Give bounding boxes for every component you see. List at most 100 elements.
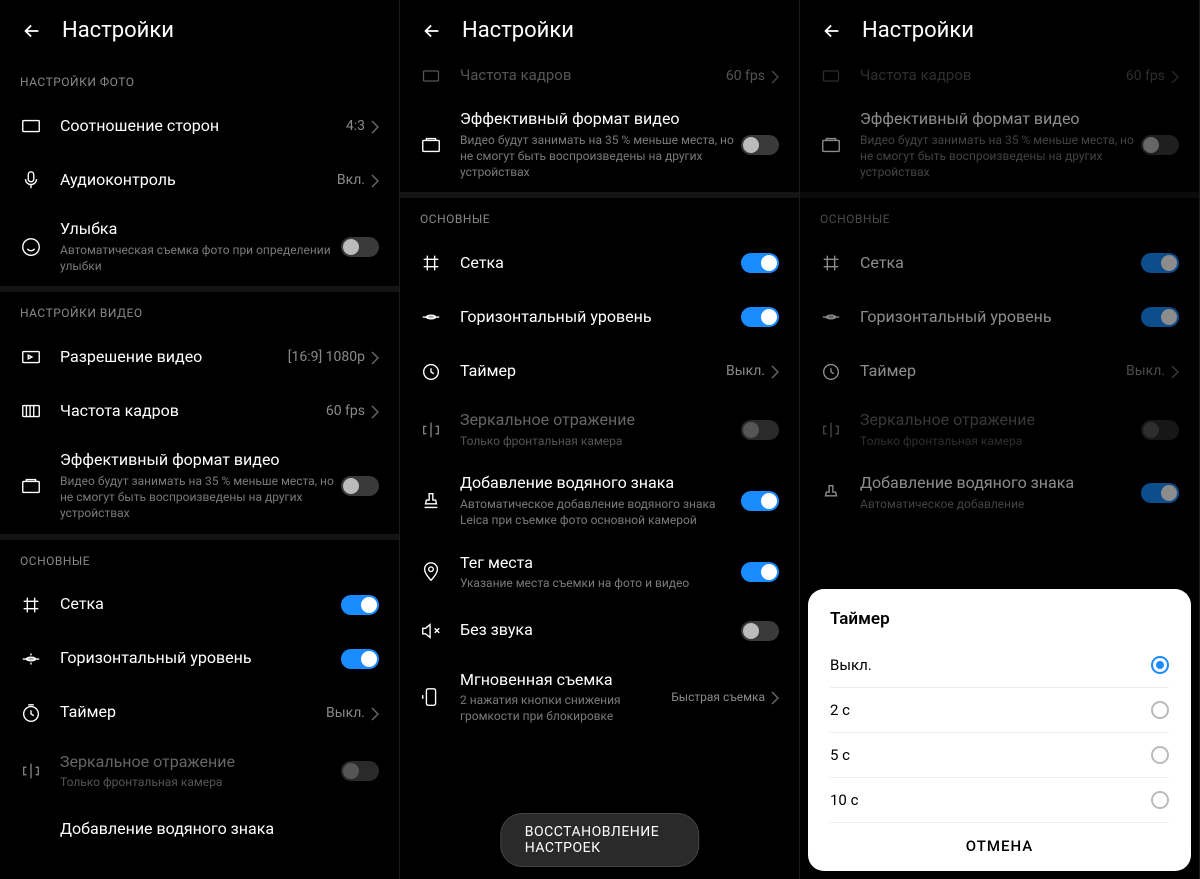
page-title: Настройки	[62, 18, 174, 43]
timer-icon	[20, 702, 42, 724]
back-icon[interactable]	[420, 19, 444, 43]
row-audio-control[interactable]: Аудиоконтроль Вкл.	[0, 153, 399, 207]
fps-icon	[420, 65, 442, 87]
level-toggle[interactable]	[341, 649, 379, 669]
header: Настройки	[800, 0, 1199, 61]
radio-option-5s[interactable]: 5 с	[830, 733, 1169, 778]
row-efficient-video[interactable]: Эффективный формат видео Видео будут зан…	[0, 438, 399, 533]
efficient-video-icon	[20, 475, 42, 497]
back-icon[interactable]	[820, 19, 844, 43]
settings-panel-1: Настройки НАСТРОЙКИ ФОТО Соотношение сто…	[0, 0, 400, 879]
radio-icon	[1151, 791, 1169, 809]
row-timer: Таймер Выкл.	[800, 344, 1199, 398]
fps-icon	[20, 400, 42, 422]
watermark-toggle	[1141, 483, 1179, 503]
row-timer[interactable]: Таймер Выкл.	[400, 344, 799, 398]
watermark-toggle[interactable]	[741, 491, 779, 511]
row-level: Горизонтальный уровень	[800, 290, 1199, 344]
header: Настройки	[0, 0, 399, 61]
row-level[interactable]: Горизонтальный уровень	[0, 632, 399, 686]
efficient-video-toggle	[1141, 135, 1179, 155]
resolution-icon	[20, 346, 42, 368]
chevron-right-icon	[1171, 364, 1179, 378]
geo-toggle[interactable]	[741, 562, 779, 582]
row-efficient-video[interactable]: Эффективный формат видео Видео будут зан…	[400, 97, 799, 192]
efficient-video-toggle[interactable]	[341, 476, 379, 496]
chevron-right-icon	[371, 119, 379, 133]
fps-icon	[820, 65, 842, 87]
row-grid: Сетка	[800, 236, 1199, 290]
row-fps[interactable]: Частота кадров 60 fps	[0, 384, 399, 438]
row-level[interactable]: Горизонтальный уровень	[400, 290, 799, 344]
row-video-resolution[interactable]: Разрешение видео [16:9] 1080p	[0, 330, 399, 384]
chevron-right-icon	[771, 364, 779, 378]
location-icon	[420, 561, 442, 583]
aspect-ratio-icon	[20, 115, 42, 137]
section-general: ОСНОВНЫЕ	[800, 198, 1199, 236]
settings-panel-3: Настройки Частота кадров 60 fps Эффектив…	[800, 0, 1200, 879]
page-title: Настройки	[862, 18, 974, 43]
header: Настройки	[400, 0, 799, 61]
level-toggle	[1141, 307, 1179, 327]
row-smile[interactable]: Улыбка Автоматическая съемка фото при оп…	[0, 207, 399, 286]
row-grid[interactable]: Сетка	[400, 236, 799, 290]
chevron-right-icon	[371, 706, 379, 720]
dialog-title: Таймер	[830, 609, 1169, 629]
chevron-right-icon	[771, 69, 779, 83]
watermark-icon	[20, 819, 42, 841]
chevron-right-icon	[771, 690, 779, 704]
grid-icon	[820, 252, 842, 274]
stamp-icon	[820, 482, 842, 504]
mute-icon	[420, 620, 442, 642]
row-fps-cut: Частота кадров 60 fps	[800, 61, 1199, 97]
page-title: Настройки	[462, 18, 574, 43]
row-mirror: Зеркальное отражение Только фронтальная …	[0, 740, 399, 803]
row-mute[interactable]: Без звука	[400, 604, 799, 658]
mirror-toggle	[1141, 420, 1179, 440]
chevron-right-icon	[1171, 69, 1179, 83]
radio-option-10s[interactable]: 10 с	[830, 778, 1169, 823]
row-fps-cut[interactable]: Частота кадров 60 fps	[400, 61, 799, 97]
mirror-icon	[20, 760, 42, 782]
radio-icon	[1151, 701, 1169, 719]
row-quick-capture[interactable]: Мгновенная съемка 2 нажатия кнопки сниже…	[400, 658, 799, 737]
level-toggle[interactable]	[741, 307, 779, 327]
grid-icon	[20, 594, 42, 616]
mirror-toggle	[341, 761, 379, 781]
mute-toggle[interactable]	[741, 621, 779, 641]
smile-icon	[20, 236, 42, 258]
row-mirror: Зеркальное отражение Только фронтальная …	[800, 398, 1199, 461]
row-timer[interactable]: Таймер Выкл.	[0, 686, 399, 740]
row-efficient-video: Эффективный формат видео Видео будут зан…	[800, 97, 1199, 192]
timer-dialog: Таймер Выкл. 2 с 5 с 10 с ОТМЕНА	[808, 589, 1191, 871]
radio-option-off[interactable]: Выкл.	[830, 643, 1169, 688]
efficient-video-icon	[420, 134, 442, 156]
chevron-right-icon	[371, 173, 379, 187]
row-mirror: Зеркальное отражение Только фронтальная …	[400, 398, 799, 461]
grid-icon	[420, 252, 442, 274]
back-icon[interactable]	[20, 19, 44, 43]
level-icon	[20, 648, 42, 670]
cancel-button[interactable]: ОТМЕНА	[830, 823, 1169, 863]
settings-panel-2: Настройки Частота кадров 60 fps Эффектив…	[400, 0, 800, 879]
timer-icon	[420, 360, 442, 382]
grid-toggle	[1141, 253, 1179, 273]
row-watermark: Добавление водяного знака Автоматическое…	[800, 461, 1199, 524]
grid-toggle[interactable]	[741, 253, 779, 273]
dimmed-content: Частота кадров 60 fps Эффективный формат…	[800, 61, 1199, 524]
radio-option-2s[interactable]: 2 с	[830, 688, 1169, 733]
efficient-video-toggle[interactable]	[741, 135, 779, 155]
row-geo[interactable]: Тег места Указание места съемки на фото …	[400, 541, 799, 604]
level-icon	[820, 306, 842, 328]
row-grid[interactable]: Сетка	[0, 578, 399, 632]
level-icon	[420, 306, 442, 328]
radio-icon	[1151, 746, 1169, 764]
smile-toggle[interactable]	[341, 237, 379, 257]
chevron-right-icon	[371, 350, 379, 364]
row-aspect-ratio[interactable]: Соотношение сторон 4:3	[0, 99, 399, 153]
row-watermark[interactable]: Добавление водяного знака	[0, 803, 399, 857]
mic-icon	[20, 169, 42, 191]
grid-toggle[interactable]	[341, 595, 379, 615]
row-watermark[interactable]: Добавление водяного знака Автоматическое…	[400, 461, 799, 540]
restore-settings-button[interactable]: ВОССТАНОВЛЕНИЕ НАСТРОЕК	[500, 813, 700, 867]
